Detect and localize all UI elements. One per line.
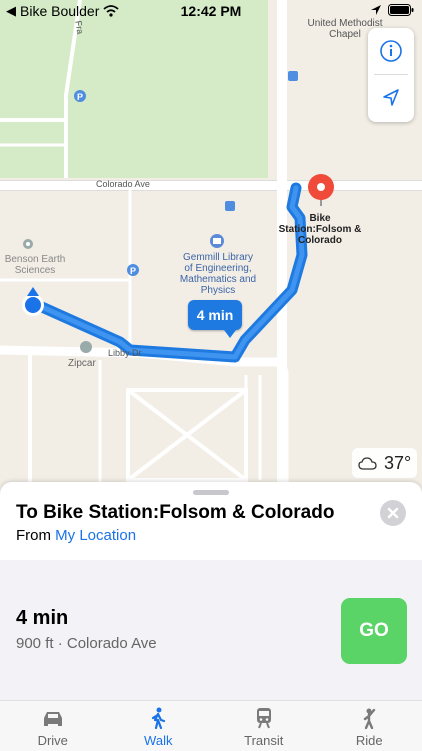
from-label: From — [16, 527, 51, 544]
svg-text:P: P — [130, 266, 136, 276]
svg-text:P: P — [77, 92, 83, 102]
street-label-fra: Fra — [72, 20, 85, 35]
destination-label[interactable]: Bike Station:Folsom & Colorado — [272, 213, 368, 246]
temperature-label: 37° — [384, 453, 411, 474]
zipcar-label[interactable]: Zipcar — [68, 358, 96, 369]
park-area — [0, 0, 268, 178]
route-detail: 900 ft · Colorado Ave — [16, 635, 157, 652]
tab-walk-label: Walk — [144, 733, 172, 748]
walk-icon — [148, 707, 168, 729]
cloud-icon — [358, 455, 380, 471]
train-icon — [254, 707, 274, 729]
map-view[interactable]: P P United Methodist Chapel Colorado Ave… — [0, 0, 422, 490]
bus-icon-2 — [225, 201, 235, 211]
sheet-grabber[interactable] — [193, 490, 229, 495]
close-button[interactable] — [380, 500, 406, 526]
from-location-link[interactable]: My Location — [55, 527, 136, 544]
tab-transit[interactable]: Transit — [211, 701, 317, 751]
eta-bubble[interactable]: 4 min — [188, 300, 242, 330]
library-label[interactable]: Gemmill Library of Engineering, Mathemat… — [170, 252, 266, 296]
tab-transit-label: Transit — [244, 733, 283, 748]
ride-icon — [359, 707, 379, 729]
route-option[interactable]: 4 min 900 ft · Colorado Ave GO — [0, 560, 422, 700]
tab-ride[interactable]: Ride — [317, 701, 422, 751]
tab-drive[interactable]: Drive — [0, 701, 106, 751]
from-line: From My Location — [16, 527, 136, 544]
directions-sheet: To Bike Station:Folsom & Colorado From M… — [0, 482, 422, 750]
bus-icon-1 — [288, 71, 298, 81]
destination-title: To Bike Station:Folsom & Colorado — [16, 502, 334, 524]
location-services-icon — [370, 4, 382, 16]
car-icon — [41, 709, 65, 727]
transport-mode-tabbar: Drive Walk Transit — [0, 700, 422, 751]
info-icon — [379, 39, 403, 63]
libby-dr-label: Libby Dr — [108, 348, 142, 359]
weather-badge: 37° — [352, 448, 417, 478]
location-arrow-icon — [379, 86, 403, 110]
info-button[interactable] — [368, 28, 414, 74]
close-icon — [387, 507, 399, 519]
tab-ride-label: Ride — [356, 733, 383, 748]
colorado-ave-label: Colorado Ave — [96, 179, 150, 190]
zipcar-poi-icon — [80, 341, 92, 353]
go-button[interactable]: GO — [341, 598, 407, 664]
battery-icon — [388, 4, 414, 16]
status-time: 12:42 PM — [0, 3, 422, 19]
tab-walk[interactable]: Walk — [106, 701, 212, 751]
benson-label[interactable]: Benson Earth Sciences — [0, 254, 70, 276]
locate-button[interactable] — [368, 75, 414, 121]
status-bar: ◀ Bike Boulder 12:42 PM — [0, 0, 422, 22]
route-time: 4 min — [16, 607, 68, 630]
map-controls — [368, 28, 414, 122]
tab-drive-label: Drive — [38, 733, 68, 748]
